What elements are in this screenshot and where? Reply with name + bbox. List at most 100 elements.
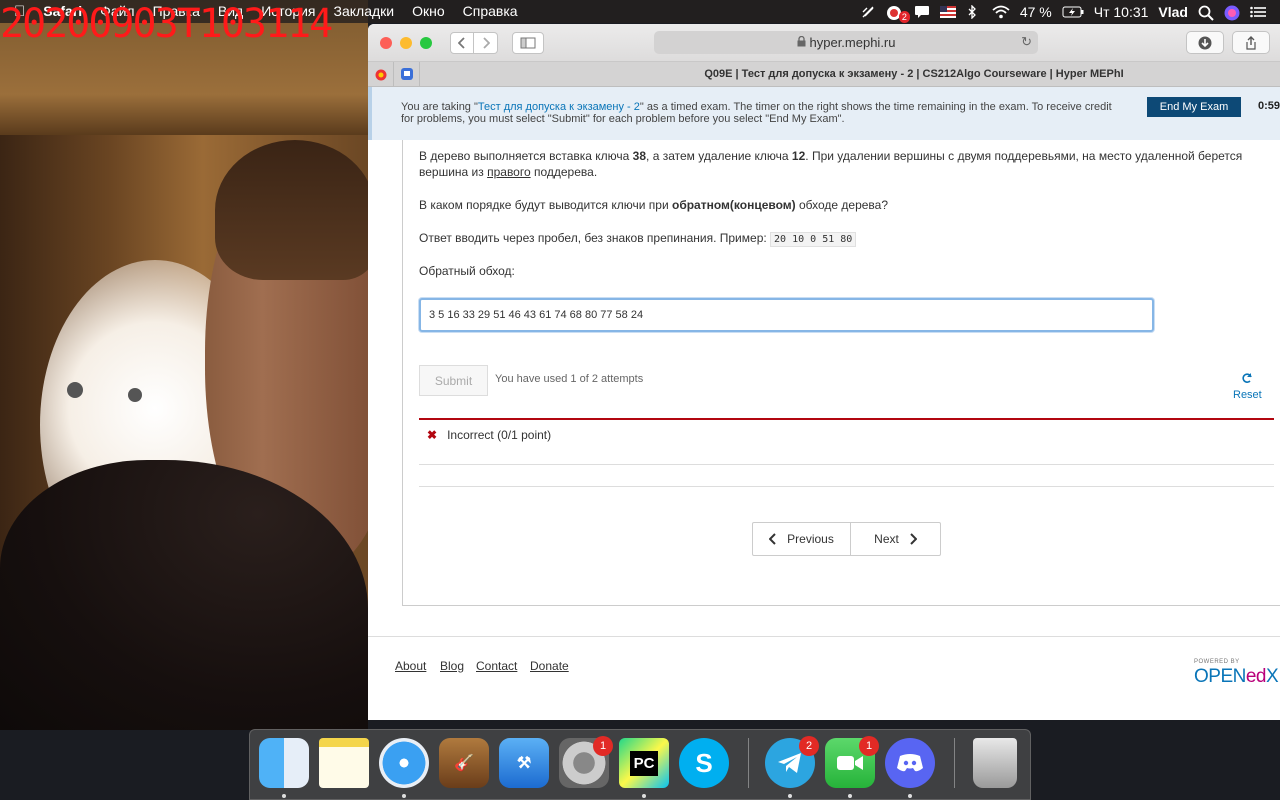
notification-center-icon[interactable] (1250, 5, 1266, 19)
safari-icon[interactable] (379, 738, 429, 788)
zoom-window-button[interactable] (420, 36, 432, 49)
result-status: ✖ Incorrect (0/1 point) (427, 428, 551, 442)
discord-icon[interactable] (885, 738, 935, 788)
mute-icon[interactable] (860, 5, 876, 19)
delete-key: 12 (791, 149, 806, 163)
divider (419, 486, 1274, 487)
finder-icon[interactable] (259, 738, 309, 788)
sidebar-toggle-button[interactable] (512, 31, 544, 54)
timed-exam-banner: You are taking "Тест для допуска к экзам… (368, 87, 1280, 140)
reset-button[interactable]: Reset (1233, 372, 1262, 402)
notification-app-icon[interactable]: 2 (886, 5, 910, 23)
footer-link-blog[interactable]: Blog (440, 659, 464, 673)
forward-button[interactable] (474, 31, 498, 54)
end-my-exam-button[interactable]: End My Exam (1147, 97, 1241, 117)
pinned-site-icon (375, 69, 386, 81)
question-text: В каком порядке будут выводится ключи пр… (419, 198, 672, 212)
menu-help[interactable]: Справка (454, 0, 527, 23)
banner-message: You are taking "Тест для допуска к экзам… (401, 101, 1121, 125)
chevron-right-icon (910, 533, 917, 545)
battery-percentage: 47 % (1019, 3, 1052, 20)
dock-separator (954, 738, 955, 788)
footer-link-contact[interactable]: Contact (476, 659, 517, 673)
mac-dock: 🎸 ⚒ 1 PC S 2 1 (249, 729, 1031, 800)
running-indicator (788, 794, 792, 798)
result-text: Incorrect (0/1 point) (447, 428, 552, 442)
facetime-badge: 1 (859, 736, 879, 756)
webcam-lamp-knob (67, 382, 83, 398)
submit-button[interactable]: Submit (419, 365, 488, 396)
share-button[interactable] (1232, 31, 1270, 54)
sequence-navigation: Previous Next (752, 522, 941, 556)
status-divider (419, 418, 1274, 420)
bluetooth-icon[interactable] (966, 3, 982, 20)
active-tab-title[interactable]: Q09E | Тест для допуска к экзамену - 2 |… (548, 62, 1280, 87)
answer-label: Обратный обход: (419, 264, 515, 278)
flag-us-icon[interactable] (939, 5, 956, 19)
share-icon (1246, 35, 1256, 50)
spotlight-search-icon[interactable] (1198, 5, 1214, 21)
menu-window[interactable]: Окно (403, 0, 454, 23)
page-footer: About Blog Contact Donate POWERED BY OPE… (368, 636, 1280, 720)
back-button[interactable] (450, 31, 474, 54)
answer-input[interactable] (419, 298, 1154, 332)
close-window-button[interactable] (380, 36, 392, 49)
statement-text: , а затем удаление ключа (646, 149, 792, 163)
exam-link[interactable]: Тест для допуска к экзамену - 2 (478, 101, 640, 113)
incorrect-icon: ✖ (427, 428, 438, 442)
pycharm-label: PC (629, 750, 659, 776)
clock[interactable]: Чт 10:31 (1094, 4, 1149, 20)
next-button[interactable]: Next (851, 523, 940, 555)
siri-icon[interactable] (1224, 5, 1240, 20)
dock-separator (748, 738, 749, 788)
previous-button[interactable]: Previous (753, 523, 851, 555)
running-indicator (908, 794, 912, 798)
openedx-logo[interactable]: OPENedX (1194, 666, 1279, 688)
wifi-icon[interactable] (992, 5, 1010, 19)
pinned-tab-1[interactable] (368, 61, 394, 87)
question-text: обходе дерева? (795, 198, 889, 212)
problem-statement: В дерево выполняется вставка ключа 38, а… (419, 148, 1249, 180)
trash-icon[interactable] (973, 738, 1017, 788)
lock-icon (797, 35, 806, 50)
logo-open: OPEN (1194, 666, 1246, 687)
downloads-button[interactable] (1186, 31, 1224, 54)
skype-icon[interactable]: S (679, 738, 729, 788)
battery-icon[interactable] (1062, 5, 1084, 19)
powered-by-label: POWERED BY (1194, 659, 1240, 665)
notes-icon[interactable] (319, 738, 369, 788)
chevron-right-icon (482, 36, 490, 49)
chat-icon (400, 68, 413, 80)
previous-label: Previous (787, 532, 834, 546)
running-indicator (402, 794, 406, 798)
statement-text: В дерево выполняется вставка ключа (419, 149, 633, 163)
menu-bookmarks[interactable]: Закладки (325, 0, 404, 23)
browser-toolbar: hyper.mephi.ru ↻ (368, 24, 1280, 62)
pycharm-icon[interactable]: PC (619, 738, 669, 788)
address-bar[interactable]: hyper.mephi.ru ↻ (654, 31, 1038, 54)
refresh-icon (1233, 372, 1262, 388)
message-bubble-icon[interactable] (914, 5, 930, 19)
minimize-window-button[interactable] (400, 36, 412, 49)
recording-timestamp: 20200903T103114 (0, 1, 333, 47)
next-label: Next (874, 532, 899, 546)
hint-text: Ответ вводить через пробел, без знаков п… (419, 231, 771, 245)
running-indicator (282, 794, 286, 798)
garageband-icon[interactable]: 🎸 (439, 738, 489, 788)
webcam-person-hair (215, 140, 368, 280)
footer-link-about[interactable]: About (395, 659, 426, 673)
running-indicator (848, 794, 852, 798)
system-preferences-badge: 1 (593, 736, 613, 756)
user-name[interactable]: Vlad (1158, 4, 1188, 20)
pinned-tab-2[interactable] (394, 61, 420, 87)
xcode-icon[interactable]: ⚒ (499, 738, 549, 788)
sidebar-icon (520, 37, 536, 48)
running-indicator (642, 794, 646, 798)
telegram-badge: 2 (799, 736, 819, 756)
footer-link-donate[interactable]: Donate (530, 659, 569, 673)
reload-icon[interactable]: ↻ (1021, 34, 1032, 50)
traversal-type: обратном(концевом) (671, 198, 796, 212)
exam-timer: 0:59: (1258, 100, 1280, 112)
download-icon (1198, 36, 1212, 49)
answer-format-hint: Ответ вводить через пробел, без знаков п… (419, 230, 1249, 248)
